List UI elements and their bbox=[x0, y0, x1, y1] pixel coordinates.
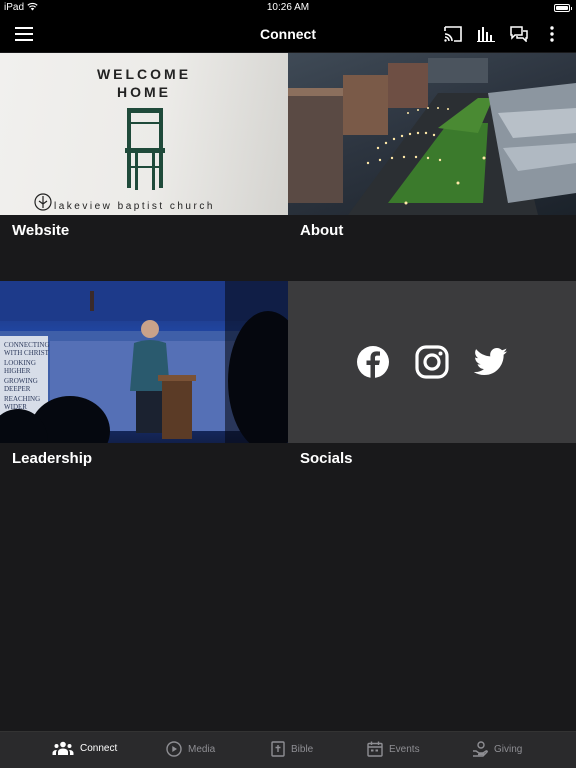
nav-events[interactable]: Events bbox=[367, 741, 420, 757]
instagram-icon[interactable] bbox=[415, 345, 449, 379]
tile-website[interactable]: WELCOME HOME lakeview baptist church Web… bbox=[0, 53, 288, 281]
bottom-nav: Connect Media Bible Events Giving bbox=[0, 731, 576, 768]
nav-label: Events bbox=[389, 743, 420, 755]
nav-label: Bible bbox=[291, 743, 314, 755]
people-icon bbox=[52, 741, 74, 755]
chair-illustration bbox=[125, 108, 165, 190]
banner-line-2: LOOKING bbox=[4, 359, 36, 367]
church-logo-icon bbox=[34, 193, 52, 211]
chat-icon[interactable] bbox=[509, 24, 529, 44]
banner-line-4: REACHING bbox=[4, 395, 40, 403]
tile-about[interactable]: About bbox=[288, 53, 576, 281]
nav-label: Media bbox=[188, 743, 216, 755]
nav-giving[interactable]: Giving bbox=[472, 741, 522, 757]
nav-label: Connect bbox=[80, 742, 118, 754]
cast-icon[interactable] bbox=[443, 24, 463, 44]
banner-line-1b: WITH CHRIST bbox=[4, 349, 50, 357]
church-name-caption: lakeview baptist church bbox=[54, 201, 215, 212]
banner-line-3b: DEEPER bbox=[4, 385, 31, 393]
banner-line-3: GROWING bbox=[4, 377, 38, 385]
bible-icon bbox=[271, 741, 285, 757]
tile-label: Leadership bbox=[12, 450, 93, 467]
battery-fill bbox=[556, 6, 568, 10]
banner-line-2b: HIGHER bbox=[4, 367, 31, 375]
play-circle-icon bbox=[166, 741, 182, 757]
battery-icon bbox=[554, 4, 572, 12]
welcome-image-title: WELCOME HOME bbox=[0, 65, 288, 101]
about-image bbox=[288, 53, 576, 215]
website-image: WELCOME HOME lakeview baptist church bbox=[0, 53, 288, 215]
status-time: 10:26 AM bbox=[266, 2, 310, 13]
welcome-title-line-1: WELCOME bbox=[96, 66, 192, 82]
leadership-image: CONNECTING WITH CHRIST LOOKING HIGHER GR… bbox=[0, 281, 288, 443]
socials-image bbox=[288, 281, 576, 443]
audio-bars-icon[interactable] bbox=[476, 24, 496, 44]
more-vertical-icon[interactable] bbox=[542, 24, 562, 44]
welcome-title-line-2: HOME bbox=[117, 84, 171, 100]
tile-label: Website bbox=[12, 222, 70, 239]
nav-media[interactable]: Media bbox=[166, 741, 215, 757]
tile-leadership[interactable]: CONNECTING WITH CHRIST LOOKING HIGHER GR… bbox=[0, 281, 288, 509]
nav-connect[interactable]: Connect bbox=[52, 741, 117, 755]
tile-socials[interactable]: Socials bbox=[288, 281, 576, 509]
speaker-photo: CONNECTING WITH CHRIST LOOKING HIGHER GR… bbox=[0, 281, 288, 443]
giving-hand-icon bbox=[473, 741, 488, 757]
banner-line-1: CONNECTING bbox=[4, 341, 50, 349]
twitter-icon[interactable] bbox=[474, 347, 508, 377]
facebook-icon[interactable] bbox=[356, 345, 390, 379]
app-bar: Connect bbox=[0, 16, 576, 52]
tile-label: About bbox=[300, 222, 344, 239]
calendar-icon bbox=[367, 741, 383, 757]
nav-bible[interactable]: Bible bbox=[271, 741, 313, 757]
town-square-photo bbox=[288, 58, 576, 215]
tile-label: Socials bbox=[300, 450, 353, 467]
nav-label: Giving bbox=[494, 743, 523, 755]
status-bar: iPad 10:26 AM bbox=[0, 0, 576, 16]
